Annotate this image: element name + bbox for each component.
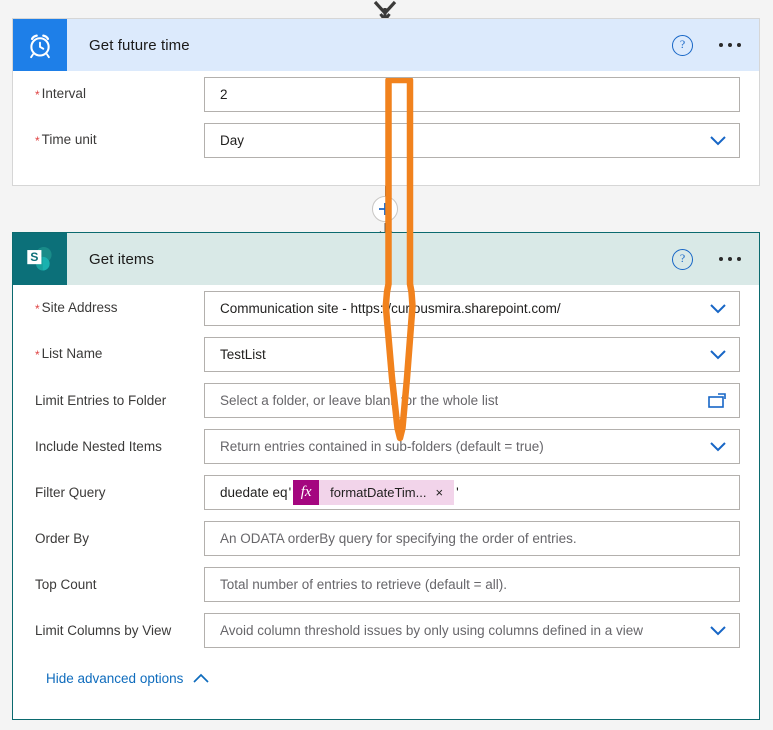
field-label-site-address: * Site Address [35,300,118,316]
chevron-down-icon[interactable] [709,623,727,639]
sharepoint-icon: S [13,233,67,285]
site-address-value: Communication site - https://curiousmira… [220,300,561,316]
field-label-time-unit: * Time unit [35,132,97,148]
action-card-get-items[interactable]: S Get items ? * Site Address Communicatio… [12,232,760,720]
field-label-top-count: Top Count [35,576,97,592]
field-row-include-nested-items: Include Nested Items Return entries cont… [13,423,759,469]
hide-advanced-options-label: Hide advanced options [46,671,184,686]
field-row-interval: * Interval 2 [13,71,759,117]
folder-picker-icon[interactable] [707,392,727,410]
interval-input[interactable]: 2 [204,76,740,112]
filter-query-input[interactable]: duedate eq ' fx formatDateTim... × ' [204,474,740,510]
required-asterisk: * [35,348,40,362]
top-count-input[interactable]: Total number of entries to retrieve (def… [204,566,740,602]
filter-query-open-quote: ' [288,484,292,500]
help-circle-icon[interactable]: ? [672,34,693,56]
order-by-input[interactable]: An ODATA orderBy query for specifying th… [204,520,740,556]
filter-query-content: duedate eq ' fx formatDateTim... × ' [205,479,460,505]
field-row-list-name: * List Name TestList [13,331,759,377]
chevron-up-icon [193,673,209,683]
hide-advanced-options-link[interactable]: Hide advanced options [13,671,759,686]
action-card-get-future-time[interactable]: Get future time ? * Interval 2 * Time unit… [12,18,760,186]
fx-icon: fx [293,479,320,505]
top-count-placeholder: Total number of entries to retrieve (def… [220,576,508,592]
field-row-top-count: Top Count Total number of entries to ret… [13,561,759,607]
field-row-time-unit: * Time unit Day [13,117,759,163]
card-header[interactable]: S Get items ? [13,233,759,285]
required-asterisk: * [35,88,40,102]
card-title: Get future time [89,36,190,54]
field-label-include-nested-items: Include Nested Items [35,438,162,454]
field-label-order-by: Order By [35,530,90,546]
card-header-actions: ? [672,19,741,71]
time-unit-value: Day [220,132,245,148]
card-header-actions: ? [672,233,741,285]
limit-entries-to-folder-placeholder: Select a folder, or leave blank for the … [220,392,499,408]
time-unit-dropdown[interactable]: Day [204,122,740,158]
card-header[interactable]: Get future time ? [13,19,759,71]
field-row-order-by: Order By An ODATA orderBy query for spec… [13,515,759,561]
include-nested-items-placeholder: Return entries contained in sub-folders … [220,438,544,454]
help-circle-icon[interactable]: ? [672,248,693,270]
limit-entries-to-folder-input[interactable]: Select a folder, or leave blank for the … [204,382,740,418]
alarm-clock-icon [13,19,67,71]
field-label-limit-columns-by-view: Limit Columns by View [35,622,172,638]
add-step-button[interactable] [372,196,398,222]
filter-query-close-quote: ' [456,484,459,500]
flow-designer-canvas: Get future time ? * Interval 2 * Time unit… [0,0,773,730]
required-asterisk: * [35,302,40,316]
remove-token-icon[interactable]: × [435,485,454,500]
field-label-limit-entries-to-folder: Limit Entries to Folder [35,392,167,408]
list-name-dropdown[interactable]: TestList [204,336,740,372]
field-label-list-name: * List Name [35,346,103,362]
expression-token[interactable]: fx formatDateTim... × [293,479,455,505]
interval-value: 2 [220,86,228,102]
card-body: * Site Address Communication site - https… [13,285,759,686]
site-address-dropdown[interactable]: Communication site - https://curiousmira… [204,290,740,326]
include-nested-items-dropdown[interactable]: Return entries contained in sub-folders … [204,428,740,464]
field-label-interval: * Interval [35,86,86,102]
field-label-filter-query: Filter Query [35,484,106,500]
chevron-down-icon[interactable] [709,133,727,149]
field-row-filter-query: Filter Query duedate eq ' fx formatDateT… [13,469,759,515]
chevron-down-icon[interactable] [709,347,727,363]
card-title: Get items [89,250,155,268]
required-asterisk: * [35,134,40,148]
chevron-down-icon[interactable] [709,301,727,317]
field-row-limit-columns-by-view: Limit Columns by View Avoid column thres… [13,607,759,653]
field-row-site-address: * Site Address Communication site - https… [13,285,759,331]
order-by-placeholder: An ODATA orderBy query for specifying th… [220,530,577,546]
more-ellipsis-icon[interactable] [719,43,741,47]
expression-token-label: formatDateTim... [330,484,427,500]
limit-columns-by-view-value: Avoid column threshold issues by only us… [220,622,643,638]
limit-columns-by-view-dropdown[interactable]: Avoid column threshold issues by only us… [204,612,740,648]
more-ellipsis-icon[interactable] [719,257,741,261]
filter-query-prefix: duedate eq [220,484,288,500]
field-row-limit-entries-to-folder: Limit Entries to Folder Select a folder,… [13,377,759,423]
chevron-down-icon[interactable] [709,439,727,455]
svg-text:S: S [30,250,38,264]
card-body: * Interval 2 * Time unit Day [13,71,759,163]
list-name-value: TestList [220,346,266,362]
